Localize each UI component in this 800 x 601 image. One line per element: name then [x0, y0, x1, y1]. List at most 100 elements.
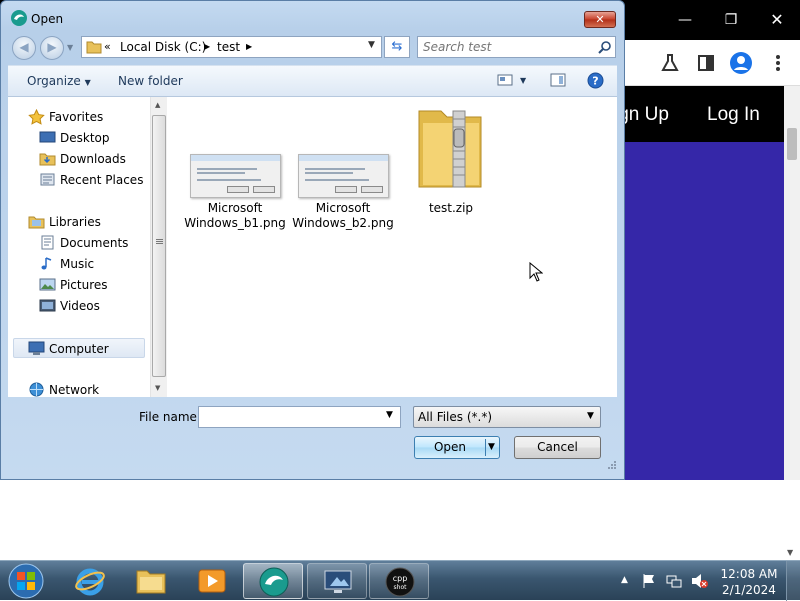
side-panel-icon[interactable]	[694, 51, 718, 75]
scroll-up-icon[interactable]: ▲	[155, 101, 160, 109]
taskbar-cpp-shot[interactable]: cpp shot	[369, 563, 429, 599]
taskbar: cpp shot ▲ 12:08 AM 2/1/2024	[0, 560, 800, 601]
file-name-input[interactable]	[201, 409, 379, 425]
image-thumbnail-icon	[298, 154, 389, 198]
start-orb-icon[interactable]	[6, 562, 46, 600]
dialog-footer: File name: ▼ All Files (*.*) ▼ Open ▼ Ca…	[8, 397, 617, 474]
cancel-button[interactable]: Cancel	[514, 436, 601, 459]
flask-icon[interactable]	[658, 51, 682, 75]
star-icon	[28, 109, 45, 125]
file-item[interactable]: test.zip	[399, 97, 503, 237]
nav-label: Network	[49, 383, 100, 397]
address-segment-test[interactable]: test	[217, 40, 240, 54]
search-icon[interactable]	[598, 40, 612, 54]
documents-icon	[41, 235, 54, 250]
nav-label: Pictures	[60, 278, 108, 292]
file-item[interactable]: Microsoft Windows_b1.png	[183, 97, 287, 237]
address-segment-local-disk[interactable]: Local Disk (C:)	[120, 40, 206, 54]
profile-avatar-icon[interactable]	[729, 51, 753, 75]
view-dropdown-icon[interactable]: ▼	[520, 76, 526, 85]
open-file-dialog: Open ✕ ◀ ▶ ▼ « Local Disk (C:) ▶ test ▶ …	[0, 0, 625, 480]
folder-icon	[86, 41, 102, 54]
file-item[interactable]: Microsoft Windows_b2.png	[291, 97, 395, 237]
scrollbar-thumb[interactable]	[152, 115, 166, 377]
network-tray-icon[interactable]	[666, 573, 682, 589]
nav-label: Documents	[60, 236, 129, 250]
nav-pane-scrollbar[interactable]: ▲ ▼	[150, 97, 167, 397]
taskbar-file-explorer[interactable]	[121, 563, 181, 599]
preview-pane-icon[interactable]	[550, 73, 566, 87]
file-type-select[interactable]: All Files (*.*) ▼	[413, 406, 601, 428]
address-separator-icon[interactable]: ▶	[204, 42, 210, 51]
nav-label: Libraries	[49, 215, 101, 229]
open-options-chevron-icon[interactable]: ▼	[488, 437, 495, 458]
file-name: Microsoft	[207, 201, 263, 215]
view-options-icon[interactable]	[497, 73, 513, 87]
file-list: Microsoft Windows_b1.png Microsoft Windo…	[171, 97, 617, 397]
address-bar[interactable]: « Local Disk (C:) ▶ test ▶ ▼	[81, 36, 382, 58]
action-center-flag-icon[interactable]	[642, 573, 656, 589]
dialog-close-button[interactable]: ✕	[584, 11, 616, 28]
image-thumbnail-icon	[190, 154, 281, 198]
search-box[interactable]	[417, 36, 616, 58]
organize-button[interactable]: Organize ▼	[27, 74, 91, 88]
taskbar-media-player[interactable]	[182, 563, 242, 599]
more-menu-icon[interactable]	[766, 51, 790, 75]
scrollbar-thumb[interactable]	[787, 128, 797, 160]
open-button[interactable]: Open ▼	[414, 436, 500, 459]
svg-text:shot: shot	[394, 584, 408, 591]
music-icon	[41, 257, 52, 270]
taskbar-internet-explorer[interactable]	[60, 563, 120, 599]
new-folder-button[interactable]: New folder	[118, 74, 183, 88]
minimize-icon[interactable]: —	[672, 8, 698, 32]
svg-text:?: ?	[592, 75, 598, 88]
chevron-down-icon[interactable]: ▼	[386, 410, 393, 420]
show-desktop-button[interactable]	[786, 561, 800, 601]
tray-overflow-icon[interactable]: ▲	[621, 575, 628, 585]
refresh-button[interactable]: ⇆	[384, 36, 410, 58]
media-player-icon	[198, 569, 226, 593]
system-clock[interactable]: 12:08 AM 2/1/2024	[718, 566, 780, 598]
file-name: Microsoft	[315, 201, 371, 215]
back-button[interactable]: ◀	[12, 36, 36, 60]
open-button-label: Open	[433, 440, 467, 454]
clock-date: 2/1/2024	[722, 583, 776, 597]
clock-time: 12:08 AM	[720, 567, 778, 581]
svg-text:cpp: cpp	[393, 574, 408, 583]
file-type-value: All Files (*.*)	[418, 410, 493, 424]
file-name: Windows_b2.png	[292, 216, 394, 230]
log-in-link[interactable]: Log In	[707, 104, 760, 126]
resize-grip-icon[interactable]	[607, 460, 617, 470]
help-icon[interactable]: ?	[587, 72, 604, 89]
nav-label: Desktop	[60, 131, 110, 145]
address-dropdown-icon[interactable]: ▼	[368, 40, 375, 50]
recent-locations-arrow-icon[interactable]: ▼	[67, 43, 73, 52]
scroll-down-icon[interactable]: ▼	[155, 384, 160, 392]
volume-muted-icon[interactable]	[691, 573, 709, 589]
search-input[interactable]	[421, 39, 591, 55]
restore-icon[interactable]: ❐	[718, 8, 744, 32]
cpp-shot-icon: cpp shot	[385, 567, 415, 597]
app-swirl-icon	[259, 567, 289, 597]
app-swirl-icon	[11, 10, 27, 26]
chevron-down-icon: ▼	[587, 411, 594, 421]
nav-label: Downloads	[60, 152, 126, 166]
taskbar-screen-tool[interactable]	[307, 563, 367, 599]
dialog-content: Favorites Desktop Downloads Recent Place…	[8, 97, 617, 397]
scroll-down-icon[interactable]: ▼	[787, 548, 793, 557]
browser-scrollbar[interactable]	[784, 86, 800, 480]
desktop-icon	[39, 131, 56, 143]
close-icon[interactable]: ✕	[764, 8, 790, 32]
internet-explorer-icon	[75, 568, 105, 596]
nav-label: Favorites	[49, 110, 104, 124]
address-separator-icon[interactable]: ▶	[246, 42, 252, 51]
file-name-combobox[interactable]: ▼	[198, 406, 401, 428]
forward-button[interactable]: ▶	[40, 36, 64, 60]
organize-label: Organize	[27, 74, 81, 88]
page-scrollbar[interactable]: ▼	[784, 480, 800, 560]
address-overflow[interactable]: «	[104, 40, 111, 53]
file-name: Windows_b1.png	[184, 216, 286, 230]
taskbar-app-swirl[interactable]	[243, 563, 303, 599]
mouse-cursor-icon	[529, 262, 543, 282]
dialog-title: Open	[31, 12, 64, 26]
